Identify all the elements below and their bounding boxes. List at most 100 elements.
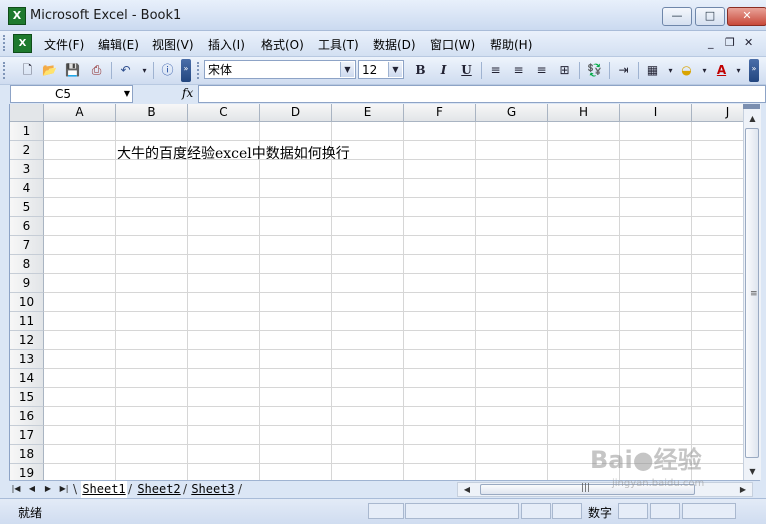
menu-tools[interactable]: 工具(T) bbox=[318, 36, 359, 53]
menu-format[interactable]: 格式(O) bbox=[261, 36, 304, 53]
row-header[interactable]: 9 bbox=[10, 274, 44, 293]
italic-button[interactable]: I bbox=[434, 61, 453, 80]
excel-icon[interactable]: X bbox=[8, 7, 26, 25]
doc-restore-button[interactable]: ❒ bbox=[725, 36, 735, 49]
row-header[interactable]: 1 bbox=[10, 122, 44, 141]
new-icon[interactable]: 🗋 bbox=[18, 61, 37, 80]
menu-file[interactable]: 文件(F) bbox=[44, 36, 84, 53]
column-header-a[interactable]: A bbox=[44, 104, 116, 122]
vertical-scrollbar[interactable]: ▲ ≡ ▼ bbox=[743, 104, 761, 480]
horizontal-scrollbar[interactable]: ◀ ||| ▶ bbox=[457, 482, 753, 497]
doc-close-button[interactable]: ✕ bbox=[744, 36, 753, 49]
next-sheet-icon[interactable]: ▶ bbox=[41, 482, 55, 496]
row-header[interactable]: 7 bbox=[10, 236, 44, 255]
align-left-icon[interactable]: ≡ bbox=[486, 61, 505, 80]
chevron-down-icon[interactable]: ▾ bbox=[729, 61, 748, 80]
menu-help[interactable]: 帮助(H) bbox=[490, 36, 532, 53]
toolbar-overflow-icon[interactable]: » bbox=[181, 59, 191, 82]
column-header-e[interactable]: E bbox=[332, 104, 404, 122]
name-box[interactable]: C5 ▼ bbox=[10, 85, 133, 103]
row-header[interactable]: 12 bbox=[10, 331, 44, 350]
close-button[interactable]: ✕ bbox=[727, 7, 766, 26]
minimize-button[interactable]: — bbox=[662, 7, 692, 26]
underline-button[interactable]: U bbox=[457, 61, 476, 80]
toolbar-separator bbox=[579, 62, 580, 79]
vertical-scroll-thumb[interactable]: ≡ bbox=[745, 128, 759, 458]
fx-icon[interactable]: fx bbox=[182, 86, 193, 100]
save-icon[interactable]: 💾 bbox=[63, 61, 82, 80]
row-header[interactable]: 18 bbox=[10, 445, 44, 464]
scroll-down-icon[interactable]: ▼ bbox=[744, 463, 761, 480]
font-name-select[interactable]: 宋体 ▼ bbox=[204, 60, 356, 79]
menu-view[interactable]: 视图(V) bbox=[152, 36, 194, 53]
permission-icon[interactable]: ⎙ bbox=[87, 61, 106, 80]
menubar-grip[interactable] bbox=[3, 35, 8, 51]
currency-format-icon[interactable]: 💱 bbox=[585, 61, 604, 80]
menu-insert[interactable]: 插入(I) bbox=[208, 36, 245, 53]
column-header-g[interactable]: G bbox=[476, 104, 548, 122]
toolbar-grip[interactable] bbox=[3, 62, 8, 79]
row-header[interactable]: 14 bbox=[10, 369, 44, 388]
column-header-f[interactable]: F bbox=[404, 104, 476, 122]
column-header-c[interactable]: C bbox=[188, 104, 260, 122]
toolbar-grip[interactable] bbox=[197, 62, 202, 79]
select-all-corner[interactable] bbox=[10, 104, 44, 122]
tab-sheet2[interactable]: Sheet2 bbox=[136, 481, 182, 497]
chevron-down-icon[interactable]: ▼ bbox=[388, 62, 402, 77]
doc-minimize-button[interactable]: _ bbox=[708, 36, 714, 49]
borders-icon[interactable]: ▦ bbox=[643, 61, 662, 80]
column-header-i[interactable]: I bbox=[620, 104, 692, 122]
menu-window[interactable]: 窗口(W) bbox=[430, 36, 475, 53]
row-header[interactable]: 2 bbox=[10, 141, 44, 160]
font-name-value: 宋体 bbox=[208, 63, 233, 77]
baidu-watermark-logo: Bai●经验 bbox=[590, 446, 702, 474]
column-header-b[interactable]: B bbox=[116, 104, 188, 122]
workbook-icon[interactable]: X bbox=[13, 34, 32, 53]
toolbar: 🗋 📂 💾 ⎙ ↶ ▾ ⓘ » 宋体 ▼ 12 ▼ B I U ≡ ≡ ≡ ⊞ … bbox=[0, 57, 766, 85]
last-sheet-icon[interactable]: ▶| bbox=[57, 482, 71, 496]
font-size-select[interactable]: 12 ▼ bbox=[358, 60, 404, 79]
prev-sheet-icon[interactable]: ◀ bbox=[25, 482, 39, 496]
worksheet-grid[interactable]: A B C D E F G H I J 1 2 3 4 5 6 7 8 9 10… bbox=[9, 104, 744, 480]
formula-input[interactable] bbox=[198, 85, 766, 103]
row-header[interactable]: 3 bbox=[10, 160, 44, 179]
indent-icon[interactable]: ⇥ bbox=[614, 61, 633, 80]
tab-sheet3[interactable]: Sheet3 bbox=[190, 481, 236, 497]
scroll-left-icon[interactable]: ◀ bbox=[460, 483, 474, 496]
row-header[interactable]: 19 bbox=[10, 464, 44, 480]
undo-icon[interactable]: ↶ bbox=[116, 61, 135, 80]
tab-sheet1[interactable]: Sheet1 bbox=[81, 481, 127, 498]
cell-b2[interactable]: 大牛的百度经验excel中数据如何换行 bbox=[117, 143, 350, 163]
chevron-down-icon[interactable]: ▼ bbox=[124, 86, 130, 102]
chevron-down-icon[interactable]: ▼ bbox=[340, 62, 354, 77]
column-header-d[interactable]: D bbox=[260, 104, 332, 122]
maximize-button[interactable]: □ bbox=[695, 7, 725, 26]
toolbar-overflow-icon[interactable]: » bbox=[749, 59, 759, 82]
help-icon[interactable]: ⓘ bbox=[158, 61, 177, 80]
align-right-icon[interactable]: ≡ bbox=[532, 61, 551, 80]
scroll-up-icon[interactable]: ▲ bbox=[744, 110, 761, 127]
column-header-j[interactable]: J bbox=[692, 104, 744, 122]
first-sheet-icon[interactable]: |◀ bbox=[9, 482, 23, 496]
row-header[interactable]: 13 bbox=[10, 350, 44, 369]
split-box[interactable] bbox=[743, 104, 760, 109]
row-header[interactable]: 16 bbox=[10, 407, 44, 426]
row-header[interactable]: 6 bbox=[10, 217, 44, 236]
row-header[interactable]: 8 bbox=[10, 255, 44, 274]
row-header[interactable]: 4 bbox=[10, 179, 44, 198]
menu-edit[interactable]: 编辑(E) bbox=[98, 36, 139, 53]
open-folder-icon[interactable]: 📂 bbox=[40, 61, 59, 80]
fill-color-icon[interactable]: ◒ bbox=[677, 61, 696, 80]
menu-data[interactable]: 数据(D) bbox=[373, 36, 416, 53]
scroll-right-icon[interactable]: ▶ bbox=[736, 483, 750, 496]
merge-center-icon[interactable]: ⊞ bbox=[555, 61, 574, 80]
column-header-h[interactable]: H bbox=[548, 104, 620, 122]
align-center-icon[interactable]: ≡ bbox=[509, 61, 528, 80]
row-header[interactable]: 15 bbox=[10, 388, 44, 407]
row-header[interactable]: 5 bbox=[10, 198, 44, 217]
bold-button[interactable]: B bbox=[411, 61, 430, 80]
row-header[interactable]: 11 bbox=[10, 312, 44, 331]
undo-dropdown-icon[interactable]: ▾ bbox=[135, 61, 154, 80]
row-header[interactable]: 10 bbox=[10, 293, 44, 312]
row-header[interactable]: 17 bbox=[10, 426, 44, 445]
